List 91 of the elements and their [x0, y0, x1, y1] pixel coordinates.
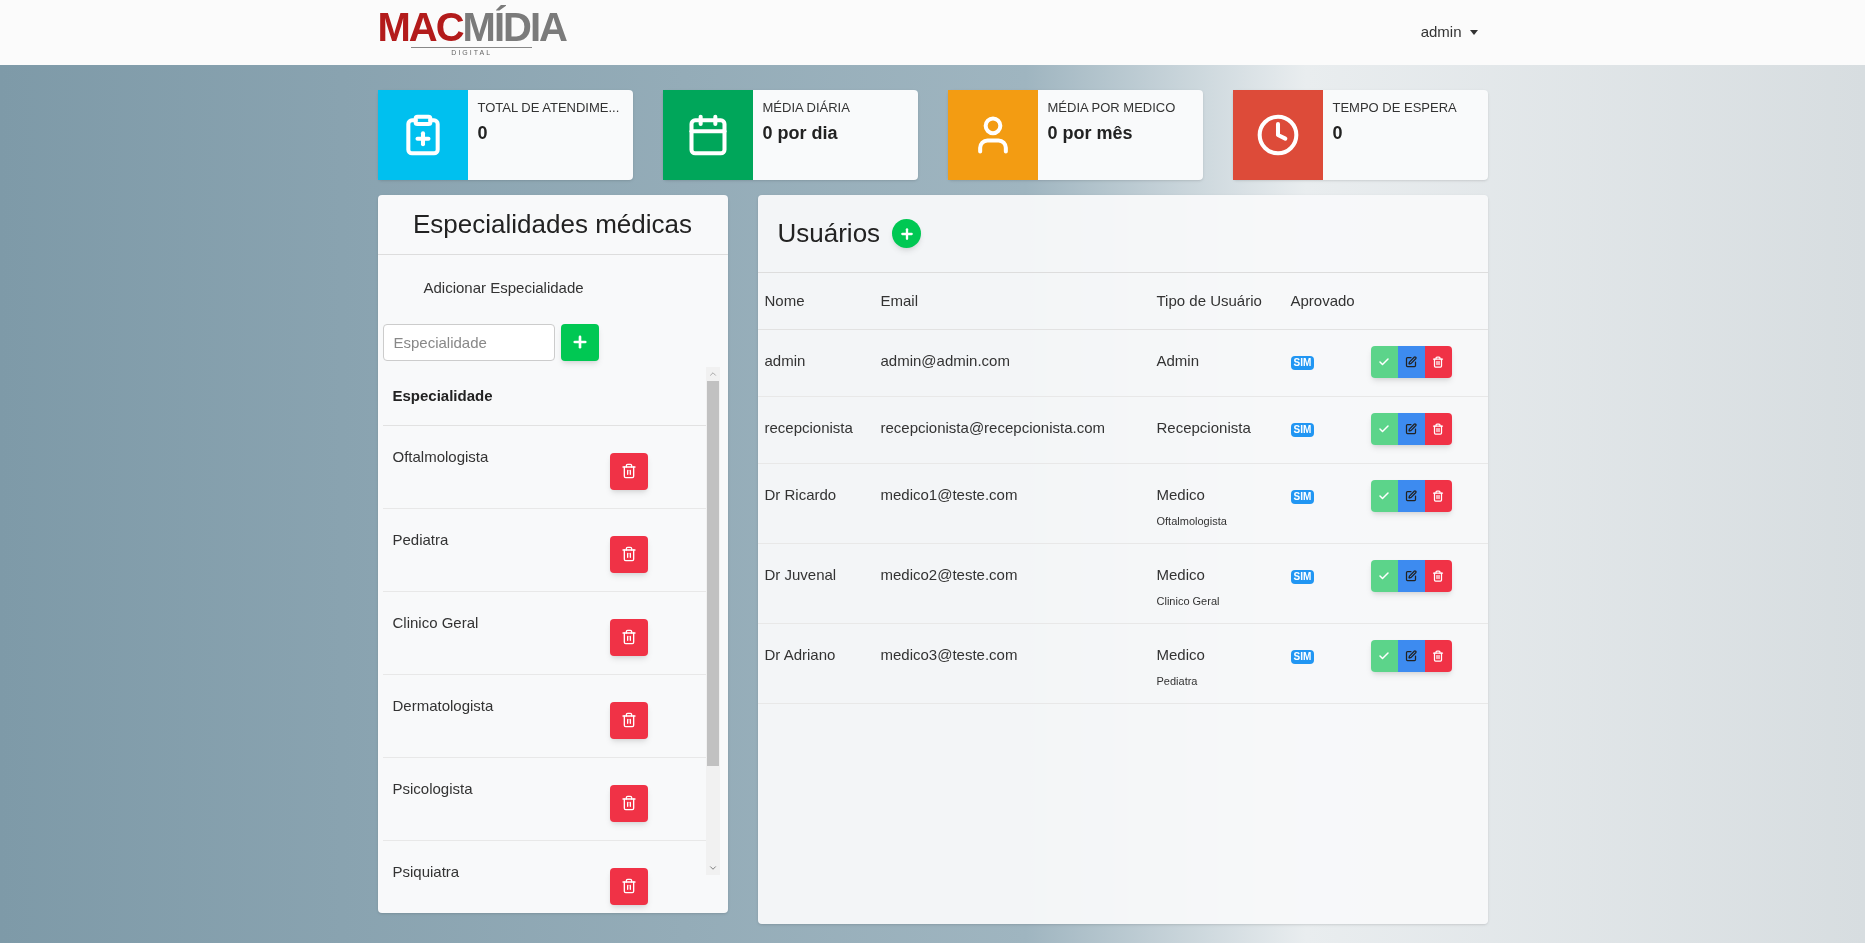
delete-button[interactable]: [609, 867, 648, 905]
delete-button[interactable]: [609, 701, 648, 739]
user-name: Dr Juvenal: [763, 565, 838, 585]
user-type: Recepcionista: [1156, 418, 1251, 438]
edit-icon: [1405, 490, 1417, 502]
user-type: Medico: [1156, 485, 1205, 505]
edit-button[interactable]: [1397, 480, 1425, 512]
panel-title: Especialidades médicas: [413, 208, 692, 242]
stat-value: 0 por mês: [1047, 121, 1134, 145]
edit-button[interactable]: [1397, 346, 1425, 378]
user-name: Dr Ricardo: [763, 485, 838, 505]
stat-label: MÉDIA POR MEDICO: [1047, 99, 1176, 117]
stat-value: 0: [477, 121, 489, 145]
approved-badge: SIM: [1290, 423, 1315, 437]
check-icon: [1378, 650, 1390, 662]
column-header: Email: [880, 290, 919, 311]
edit-button[interactable]: [1397, 640, 1425, 672]
check-icon: [1378, 570, 1390, 582]
approved-badge: SIM: [1290, 490, 1315, 504]
stat-value: 0: [1332, 121, 1344, 145]
clock-icon: [1255, 113, 1300, 157]
user-specialty: Clinico Geral: [1156, 593, 1220, 609]
user-type: Admin: [1156, 351, 1200, 371]
stat-label: TOTAL DE ATENDIME...: [477, 99, 620, 117]
column-header: Nome: [763, 290, 806, 311]
user-name: Dr Adriano: [763, 645, 837, 665]
stat-label: TEMPO DE ESPERA: [1332, 99, 1457, 117]
trash-icon: [620, 546, 637, 563]
trash-icon: [620, 795, 637, 812]
trash-icon: [1432, 650, 1444, 662]
trash-icon: [620, 629, 637, 646]
column-header: Especialidade: [392, 385, 493, 406]
specialty-name: Oftalmologista: [392, 446, 489, 467]
plus-icon: [898, 225, 915, 242]
user-menu[interactable]: admin: [1420, 21, 1478, 44]
logo-wordmark: MACMÍDIA: [377, 7, 566, 47]
delete-button[interactable]: [609, 784, 648, 822]
specialty-name: Clinico Geral: [392, 612, 479, 633]
delete-button[interactable]: [1424, 640, 1452, 672]
approved-badge: SIM: [1290, 570, 1315, 584]
delete-button[interactable]: [609, 535, 648, 573]
column-header: Tipo de Usuário: [1156, 290, 1263, 311]
stat-label: MÉDIA DIÁRIA: [762, 99, 850, 117]
user-email: medico2@teste.com: [880, 565, 1019, 585]
specialty-name: Pediatra: [392, 529, 449, 550]
trash-icon: [620, 878, 637, 895]
delete-button[interactable]: [1424, 346, 1452, 378]
trash-icon: [620, 712, 637, 729]
trash-icon: [1432, 356, 1444, 368]
stat-value: 0 por dia: [762, 121, 839, 145]
add-specialty-label: Adicionar Especialidade: [423, 278, 584, 299]
trash-icon: [1432, 423, 1444, 435]
user-specialty: Pediatra: [1156, 673, 1198, 689]
user-email: recepcionista@recepcionista.com: [880, 418, 1106, 438]
user-specialty: Oftalmologista: [1156, 513, 1227, 529]
add-user-button[interactable]: [892, 219, 922, 248]
edit-icon: [1405, 570, 1417, 582]
check-icon: [1378, 356, 1390, 368]
specialty-name: Psiquiatra: [392, 861, 460, 882]
approved-badge: SIM: [1290, 356, 1315, 370]
panel-title: Usuários: [777, 217, 881, 250]
delete-button[interactable]: [1424, 413, 1452, 445]
trash-icon: [620, 463, 637, 480]
edit-button[interactable]: [1397, 413, 1425, 445]
specialty-input-field[interactable]: Especialidade: [382, 323, 555, 361]
user-type: Medico: [1156, 565, 1205, 585]
delete-button[interactable]: [1424, 560, 1452, 592]
trash-icon: [1432, 490, 1444, 502]
user-email: admin@admin.com: [880, 351, 1011, 371]
delete-button[interactable]: [609, 452, 648, 490]
edit-icon: [1405, 650, 1417, 662]
delete-button[interactable]: [1424, 480, 1452, 512]
trash-icon: [1432, 570, 1444, 582]
specialty-name: Dermatologista: [392, 695, 494, 716]
caret-icon: [1469, 30, 1478, 35]
approved-badge: SIM: [1290, 650, 1315, 664]
edit-button[interactable]: [1397, 560, 1425, 592]
user-type: Medico: [1156, 645, 1205, 665]
edit-icon: [1405, 423, 1417, 435]
user-email: medico1@teste.com: [880, 485, 1019, 505]
specialty-name: Psicologista: [392, 778, 473, 799]
user-name: admin: [763, 351, 807, 371]
user-name: recepcionista: [763, 418, 854, 438]
edit-icon: [1405, 356, 1417, 368]
user-email: medico3@teste.com: [880, 645, 1019, 665]
check-icon: [1378, 423, 1390, 435]
delete-button[interactable]: [609, 618, 648, 656]
column-header: Aprovado: [1290, 290, 1356, 311]
add-button[interactable]: [560, 323, 599, 361]
scrollbar[interactable]: [705, 366, 720, 875]
check-icon: [1378, 490, 1390, 502]
